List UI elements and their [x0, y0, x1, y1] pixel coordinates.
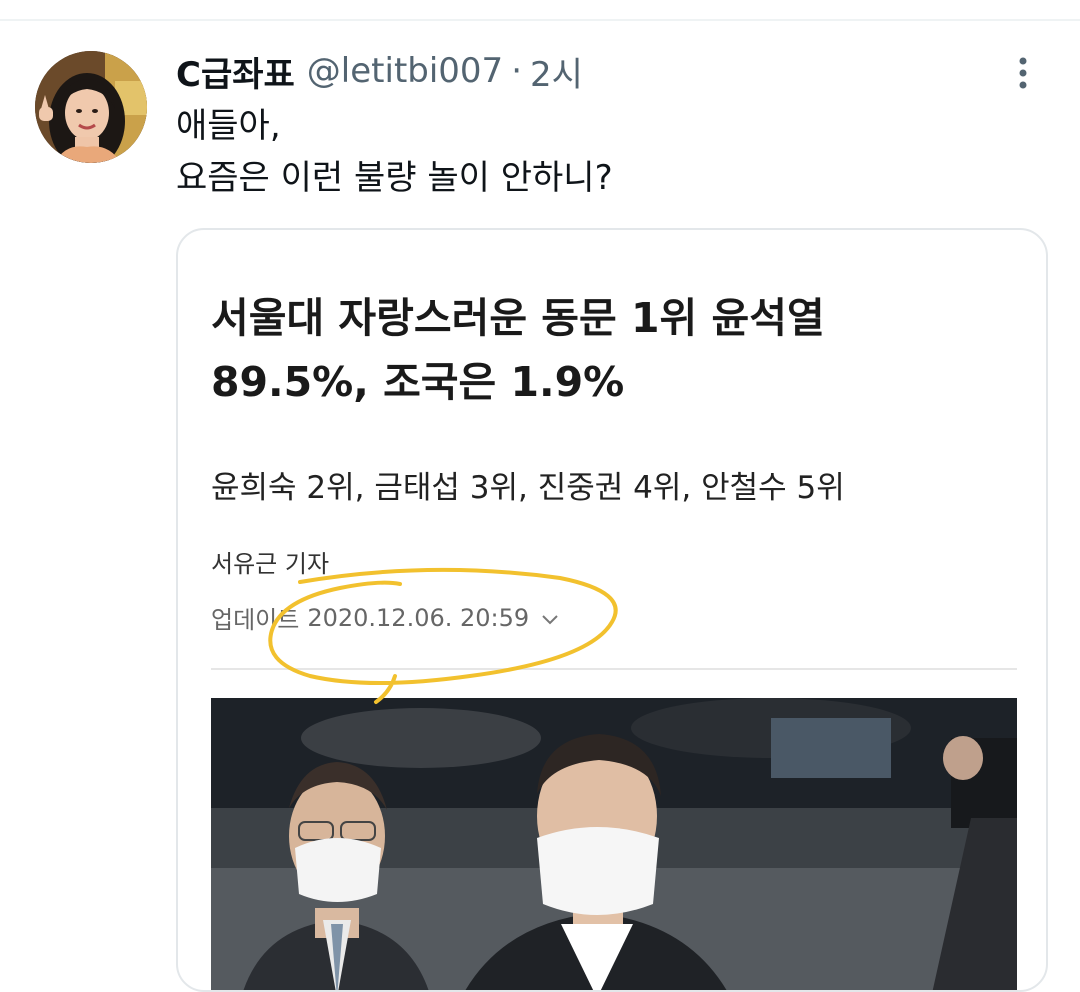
tweet: C급좌표 @letitbi007 · 2시 애들아, 요즘은 이런 불량 놀이 … — [0, 0, 1080, 992]
tweet-header: C급좌표 @letitbi007 · 2시 — [176, 46, 583, 96]
tweet-text-line: 애들아, — [176, 106, 281, 146]
article-headline: 서울대 자랑스러운 동문 1위 윤석열 89.5%, 조국은 1.9% — [211, 286, 1017, 414]
article-subheadline: 윤희숙 2위, 금태섭 3위, 진중권 4위, 안철수 5위 — [211, 470, 845, 506]
article-reporter: 서유근 기자 — [211, 550, 330, 578]
more-vertical-icon[interactable] — [1008, 54, 1038, 94]
headline-line: 89.5%, 조국은 1.9% — [211, 358, 625, 406]
update-label: 업데이트 — [211, 606, 300, 634]
avatar-photo — [35, 51, 147, 163]
avatar[interactable] — [35, 51, 147, 163]
quoted-article-card[interactable]: 서울대 자랑스러운 동문 1위 윤석열 89.5%, 조국은 1.9% 윤희숙 … — [176, 228, 1048, 992]
display-name[interactable]: C급좌표 — [176, 47, 295, 96]
headline-line: 서울대 자랑스러운 동문 1위 윤석열 — [211, 294, 825, 342]
update-time: 2020.12.06. 20:59 — [307, 603, 530, 632]
tweet-text-line: 요즘은 이런 불량 놀이 안하니? — [176, 158, 613, 198]
user-handle[interactable]: @letitbi007 — [307, 51, 503, 91]
tweet-text: 애들아, 요즘은 이런 불량 놀이 안하니? — [176, 100, 1016, 204]
chevron-down-icon[interactable] — [541, 604, 559, 632]
tweet-time[interactable]: 2시 — [530, 47, 583, 96]
card-divider — [211, 668, 1017, 670]
article-update: 업데이트 2020.12.06. 20:59 — [211, 600, 559, 635]
separator-dot: · — [511, 51, 523, 91]
